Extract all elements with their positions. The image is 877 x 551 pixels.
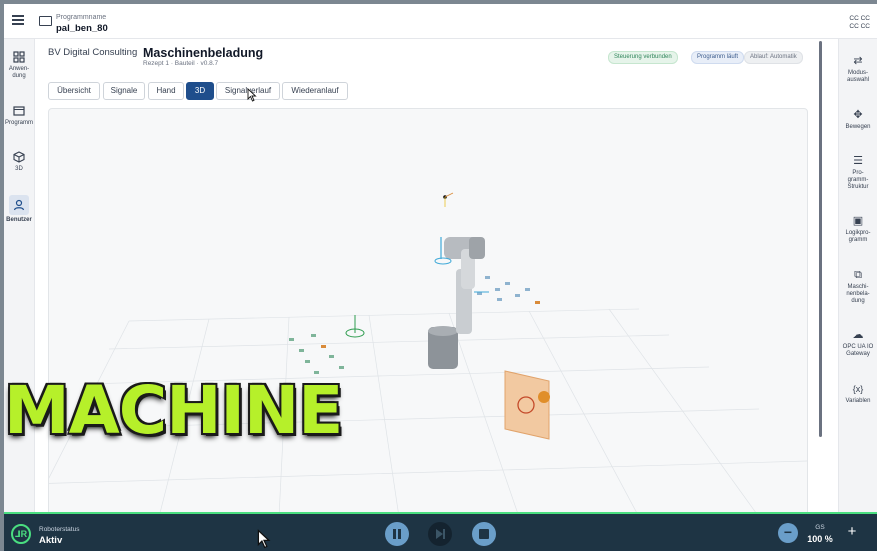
right-sidebar: ⇄ Modus- auswahl ✥ Bewegen ☰ Pro- gramm-… <box>838 39 877 515</box>
mouse-cursor-icon <box>257 529 271 549</box>
sidebar-item-label: Bewegen <box>845 124 871 130</box>
sidebar-item-programmstruktur[interactable]: ☰ Pro- gramm- Struktur <box>839 155 877 191</box>
speed-label: GS <box>815 524 825 531</box>
status-badge-running: Programm läuft <box>691 51 745 64</box>
sidebar-item-maschinenbeladung[interactable]: ⧉ Maschi- nenbela- dung <box>839 269 877 305</box>
list-icon: ☰ <box>853 155 863 167</box>
sidebar-item-label: Pro- gramm- Struktur <box>847 170 869 190</box>
machine-icon: ⧉ <box>854 269 862 281</box>
robot-status-label: Roboterstatus <box>39 526 80 533</box>
sidebar-item-label: 3D <box>15 166 23 172</box>
tab-uebersicht[interactable]: Übersicht <box>48 82 100 100</box>
move-icon: ✥ <box>853 109 863 121</box>
speed-increase-button[interactable]: + <box>842 523 862 543</box>
sidebar-item-benutzer[interactable]: Benutzer <box>4 195 34 223</box>
sidebar-item-label: OPC UA IO Gateway <box>842 344 874 357</box>
status-badge-connected: Steuerung verbunden <box>608 51 678 64</box>
folder-icon[interactable] <box>39 16 52 26</box>
tab-3d[interactable]: 3D <box>186 82 214 100</box>
tab-hand[interactable]: Hand <box>148 82 184 100</box>
status-badge-mode: Ablauf: Automatik <box>744 51 803 64</box>
tab-wiederanlauf[interactable]: Wiederanlauf <box>282 82 348 100</box>
pause-button[interactable] <box>385 522 409 546</box>
sidebar-item-label: Logikpro- gramm <box>845 230 871 243</box>
overlay-caption: MACHINE <box>4 372 343 449</box>
program-icon <box>13 106 25 116</box>
page-subtitle: Rezept 1 · Bauteil · v0.8.7 <box>143 60 219 67</box>
program-name[interactable]: pal_ben_80 <box>56 23 108 34</box>
skip-icon <box>436 529 445 539</box>
stop-button[interactable] <box>472 522 496 546</box>
bottom-bar: ⅃R Roboterstatus Aktiv − GS 100 % + <box>4 512 877 551</box>
grid-icon <box>13 51 25 63</box>
sidebar-item-label: Programm <box>4 120 33 126</box>
3d-viewport[interactable] <box>48 108 808 518</box>
scrollbar[interactable] <box>819 41 822 437</box>
mode-icon: ⇄ <box>853 55 863 67</box>
sidebar-item-programm[interactable]: Programm <box>4 105 34 126</box>
cloud-icon: ☁ <box>852 329 864 341</box>
sidebar-item-variablen[interactable]: {x} Variablen <box>839 383 877 405</box>
pallet-left <box>289 334 344 374</box>
tab-signale[interactable]: Signale <box>103 82 145 100</box>
mouse-cursor-icon <box>247 88 257 102</box>
sidebar-item-modusauswahl[interactable]: ⇄ Modus- auswahl <box>839 55 877 84</box>
robot-arm <box>428 237 489 369</box>
sidebar-item-anwendung[interactable]: Anwen- dung <box>4 51 34 80</box>
user-initials: CC CC CC CC <box>849 15 870 31</box>
speed-decrease-button[interactable]: − <box>778 523 798 543</box>
pallet-right <box>477 276 540 304</box>
hamburger-menu-icon[interactable] <box>12 15 24 25</box>
sidebar-item-label: Anwen- dung <box>8 66 30 79</box>
step-button[interactable] <box>428 522 452 546</box>
sidebar-item-logikprogramm[interactable]: ▣ Logikpro- gramm <box>839 215 877 244</box>
sidebar-item-label: Benutzer <box>6 217 32 223</box>
sidebar-item-label: Maschi- nenbela- dung <box>846 284 870 304</box>
sidebar-item-bewegen[interactable]: ✥ Bewegen <box>839 109 877 131</box>
sidebar-item-3d[interactable]: 3D <box>4 151 34 172</box>
machine-fixture <box>504 370 550 440</box>
speed-value: 100 % <box>807 534 833 544</box>
active-indicator <box>9 195 29 215</box>
sidebar-item-opcua[interactable]: ☁ OPC UA IO Gateway <box>839 329 877 358</box>
user-icon <box>13 199 25 211</box>
robot-status-icon: ⅃R <box>11 524 31 544</box>
program-label: Programmname <box>56 14 107 21</box>
sidebar-item-label: Modus- auswahl <box>846 70 869 83</box>
3d-scene <box>49 192 807 517</box>
cc-line-1: CC CC <box>849 15 870 22</box>
cc-line-2: CC CC <box>849 23 870 30</box>
top-bar: Programmname pal_ben_80 CC CC CC CC <box>4 4 877 39</box>
stop-icon <box>479 529 489 539</box>
robot-status-value: Aktiv <box>39 535 63 546</box>
page-title: Maschinenbeladung <box>143 46 264 60</box>
logic-icon: ▣ <box>852 215 864 227</box>
app-screen: Programmname pal_ben_80 CC CC CC CC Anwe… <box>4 4 877 551</box>
cube-icon <box>13 151 25 163</box>
pause-icon <box>393 529 401 539</box>
variables-icon: {x} <box>852 384 864 394</box>
company-name: BV Digital Consulting <box>48 47 138 58</box>
sidebar-item-label: Variablen <box>845 398 871 404</box>
